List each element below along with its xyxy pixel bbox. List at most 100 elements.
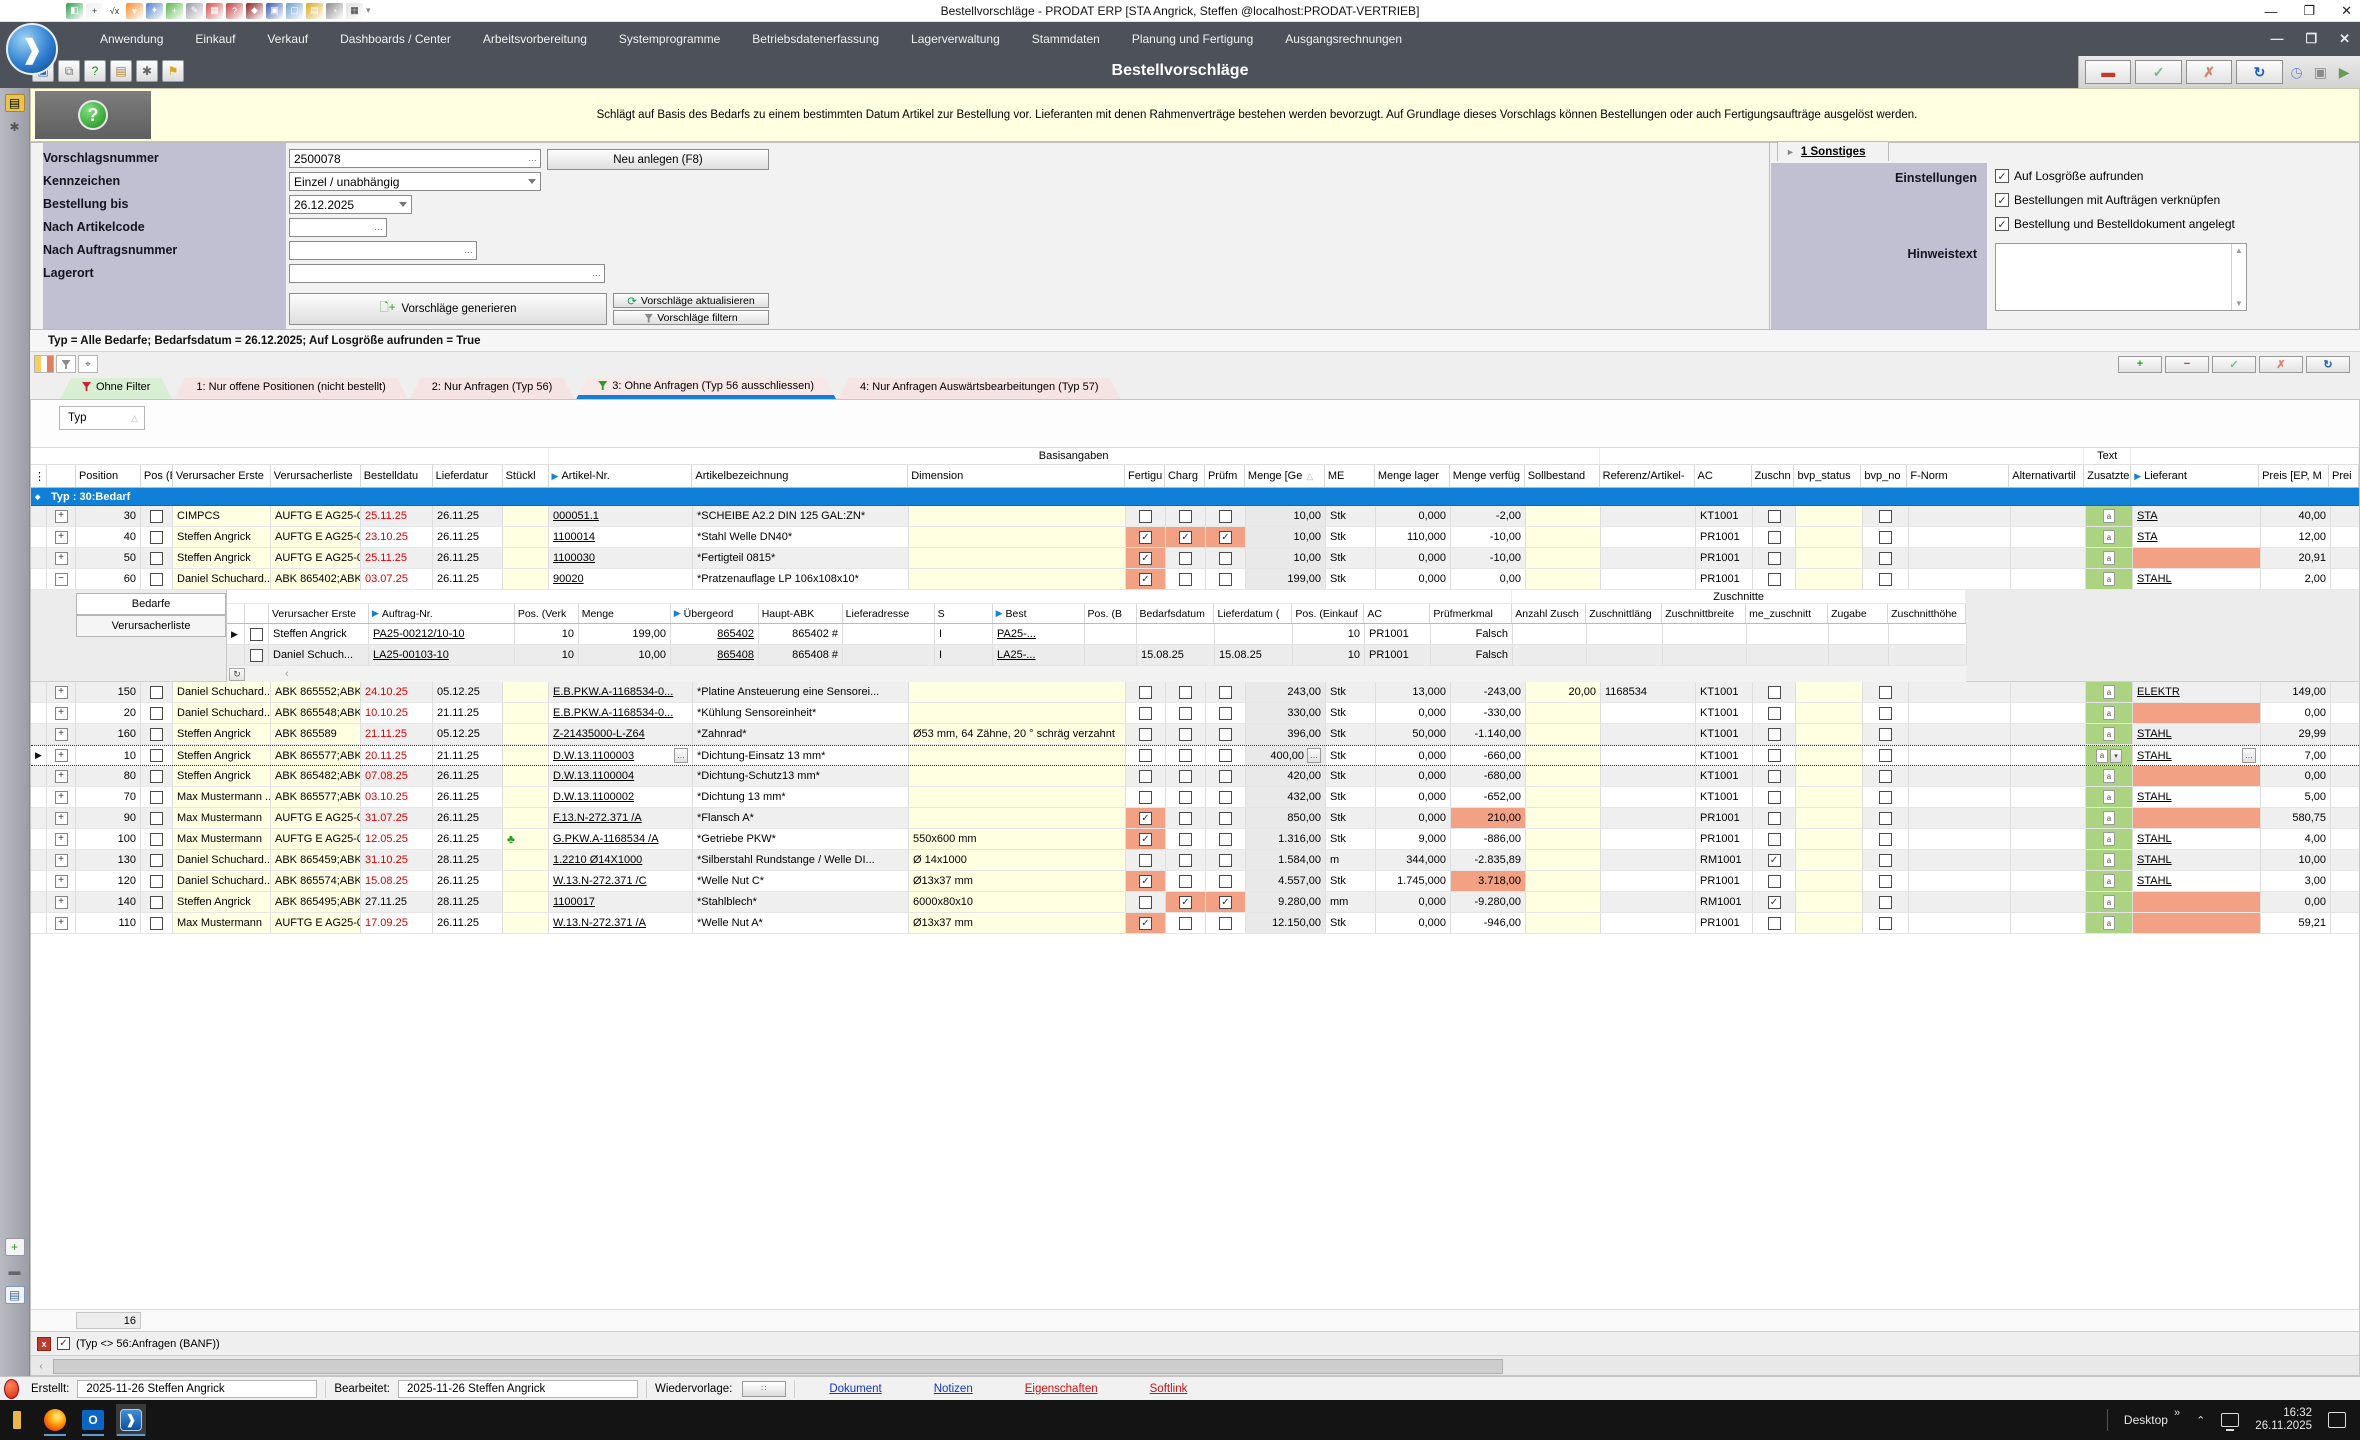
artikel-link[interactable]: 000051.1 — [553, 510, 599, 522]
checkbox-icon[interactable] — [1219, 791, 1232, 804]
desktop-toggle[interactable]: Desktop — [2124, 1413, 2168, 1427]
checkbox-icon[interactable]: ✓ — [1139, 833, 1152, 846]
artikel-link[interactable]: D.W.13.1100004 — [553, 770, 634, 782]
lieferant-link[interactable]: STAHL — [2137, 875, 2172, 887]
scroll-left-icon[interactable]: ‹ — [33, 1359, 49, 1374]
refresh-grid-button[interactable]: ↻ — [2306, 356, 2350, 373]
taskbar-pinned-icon[interactable] — [2, 1404, 32, 1436]
subtable-column-zb[interactable]: Zuschnittbreite — [1662, 604, 1746, 623]
form-field-4[interactable]: … — [289, 218, 387, 237]
checkbox-icon[interactable]: ✓ — [1219, 896, 1232, 909]
expand-row-icon[interactable]: + — [55, 896, 68, 909]
menu-item-6[interactable]: Systemprogramme — [605, 28, 734, 50]
subtable-column-zg[interactable]: Zugabe — [1828, 604, 1888, 623]
zusatztext-doc-icon[interactable]: a — [2103, 895, 2115, 909]
remove-filter-icon[interactable]: x — [37, 1337, 51, 1351]
checkbox-icon[interactable] — [1139, 854, 1152, 867]
toolbar-icon-7[interactable]: ✎ — [186, 3, 203, 19]
column-header-ac[interactable]: AC — [1695, 465, 1752, 487]
artikel-link[interactable]: D.W.13.1100003 — [553, 750, 634, 762]
expand-row-icon[interactable]: + — [55, 510, 68, 523]
subtable-row-1[interactable]: ▶Steffen AngrickPA25-00212/10-1010199,00… — [227, 624, 1966, 645]
zusatztext-doc-icon[interactable]: a — [2103, 874, 2115, 888]
menu-item-11[interactable]: Ausgangsrechnungen — [1271, 28, 1416, 50]
checkbox-icon[interactable] — [1139, 510, 1152, 523]
checkbox-icon[interactable] — [1219, 875, 1232, 888]
zusatztext-doc-icon[interactable]: a — [2103, 685, 2115, 699]
filter-tab-5[interactable]: 4: Nur Anfragen Auswärtsbearbeitungen (T… — [838, 378, 1120, 399]
lieferant-link[interactable]: STAHL — [2137, 750, 2172, 762]
close-icon[interactable]: ✕ — [2341, 3, 2352, 19]
table-row-pos-90[interactable]: +90Max MustermannAUFTG E AG25-00...31.07… — [31, 808, 2359, 829]
subtable-column-haupt[interactable]: Haupt-ABK — [759, 604, 843, 623]
table-row-pos-70[interactable]: +70Max Mustermann ...ABK 865577;ABK 8...… — [31, 787, 2359, 808]
expand-row-icon[interactable]: + — [55, 531, 68, 544]
checkbox-icon[interactable] — [1219, 707, 1232, 720]
subtable-link[interactable]: LA25-... — [997, 649, 1036, 661]
checkbox-icon[interactable] — [150, 770, 163, 783]
artikel-link[interactable]: W.13.N-272.371 /C — [553, 875, 647, 887]
zusatztext-doc-icon[interactable]: a — [2103, 853, 2115, 867]
column-header-soll[interactable]: Sollbestand — [1525, 465, 1600, 487]
checkbox-icon[interactable] — [1139, 749, 1152, 762]
ribbon-icon-5[interactable]: ✱ — [136, 60, 158, 82]
toolbar-icon-6[interactable]: + — [166, 3, 183, 19]
checkbox-icon[interactable] — [1179, 875, 1192, 888]
checkbox-icon[interactable] — [1179, 854, 1192, 867]
table-row-pos-50[interactable]: +50Steffen AngrickAUFTG E AG25-00...25.1… — [31, 548, 2359, 569]
form-field-6[interactable]: … — [289, 264, 605, 283]
column-header-bestell[interactable]: Bestelldatu — [361, 465, 433, 487]
artikel-link[interactable]: 90020 — [553, 573, 584, 585]
menu-item-7[interactable]: Betriebsdatenerfassung — [738, 28, 893, 50]
checkbox-icon[interactable]: ✓ — [1995, 193, 2009, 207]
table-row-pos-80[interactable]: +80Steffen AngrickABK 865482;ABK 8...07.… — [31, 766, 2359, 787]
toolbar-icon-3[interactable]: √x — [106, 3, 123, 19]
expand-row-icon[interactable]: + — [55, 686, 68, 699]
record-link-softlink[interactable]: Softlink — [1150, 1383, 1188, 1395]
checkbox-icon[interactable] — [150, 707, 163, 720]
filter-tab-4[interactable]: 3: Ohne Anfragen (Typ 56 ausschliessen) — [576, 378, 836, 399]
commit-row-button[interactable]: ✓ — [2212, 356, 2256, 373]
toolbar-icon-14[interactable]: ◔ — [326, 3, 343, 19]
checkbox-icon[interactable] — [1768, 686, 1781, 699]
delete-record-button[interactable]: ▬ — [2085, 60, 2131, 84]
settings-checkbox-2[interactable]: ✓Bestellungen mit Aufträgen verknüpfen — [1995, 193, 2220, 207]
menu-item-4[interactable]: Dashboards / Center — [326, 28, 465, 50]
column-header-expand[interactable] — [47, 465, 76, 487]
settings-gear-icon[interactable]: ✱ — [5, 118, 25, 136]
table-row-pos-100[interactable]: +100Max MustermannAUFTG E AG25-00...12.0… — [31, 829, 2359, 850]
checkbox-icon[interactable] — [1219, 728, 1232, 741]
zusatztext-doc-icon[interactable]: a — [2103, 832, 2115, 846]
record-link-eigenschaften[interactable]: Eigenschaften — [1025, 1383, 1098, 1395]
checkbox-icon[interactable] — [1768, 728, 1781, 741]
column-header-lief[interactable]: ▶Lieferant — [2131, 465, 2259, 487]
subtab-1[interactable]: Bedarfe — [76, 593, 226, 615]
lieferant-link[interactable]: STA — [2137, 510, 2158, 522]
mdi-minimize-icon[interactable]: — — [2270, 31, 2283, 47]
table-row-pos-130[interactable]: +130Daniel Schuchard...ABK 865459;ABK 8.… — [31, 850, 2359, 871]
checkbox-icon[interactable]: ✓ — [1995, 217, 2009, 231]
lieferant-link[interactable]: STAHL — [2137, 854, 2172, 866]
toolbar-icon-11[interactable]: ▣ — [266, 3, 283, 19]
menu-item-9[interactable]: Stammdaten — [1018, 28, 1114, 50]
table-row-pos-40[interactable]: +40Steffen AngrickAUFTG E AG25-00...23.1… — [31, 527, 2359, 548]
table-row-pos-10[interactable]: ▶+10Steffen AngrickABK 865577;ABK 8...20… — [31, 745, 2359, 766]
toolbar-icon-5[interactable]: ✦ — [146, 3, 163, 19]
zusatztext-doc-icon[interactable]: a — [2103, 572, 2115, 586]
tray-expand-icon[interactable]: ⌃ — [2196, 1414, 2205, 1427]
toolbar-icon-13[interactable]: ▤ — [306, 3, 323, 19]
column-header-zusatz[interactable]: Zusatzte› — [2084, 465, 2131, 487]
checkbox-icon[interactable] — [1179, 552, 1192, 565]
dropdown-caret-icon[interactable] — [528, 179, 536, 184]
checkbox-icon[interactable] — [1879, 875, 1892, 888]
checkbox-icon[interactable] — [1768, 707, 1781, 720]
form-field-3[interactable]: 26.12.2025 — [289, 195, 412, 214]
firefox-icon[interactable] — [40, 1404, 70, 1436]
checkbox-icon[interactable] — [150, 728, 163, 741]
subtable-link[interactable]: 865402 — [717, 628, 754, 640]
checkbox-icon[interactable] — [1219, 510, 1232, 523]
checkbox-icon[interactable] — [1768, 531, 1781, 544]
ribbon-icon-2[interactable]: ⧉ — [58, 60, 80, 82]
checkbox-icon[interactable] — [1879, 686, 1892, 699]
zusatztext-doc-icon[interactable]: a — [2103, 916, 2115, 930]
